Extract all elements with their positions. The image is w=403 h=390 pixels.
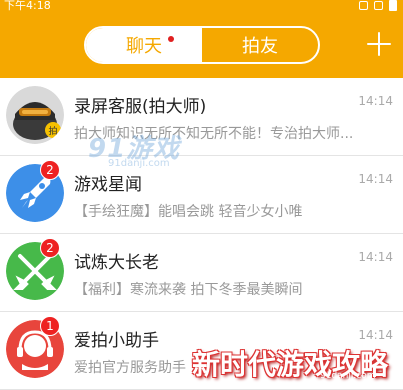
conversation-title: 爱拍小助手 [74, 331, 159, 351]
notification-icon [359, 1, 368, 10]
status-icons [359, 0, 397, 11]
conversation-preview: 【福利】寒流来袭 拍下冬季最美瞬间 [74, 282, 303, 298]
unread-badge: 2 [40, 160, 60, 180]
helmet-avatar-icon: 拍 [6, 86, 64, 144]
battery-icon [389, 0, 397, 11]
conversation-time: 14:14 [358, 94, 393, 108]
conversation-time: 14:14 [358, 328, 393, 342]
wifi-icon [374, 1, 383, 10]
tab-chat[interactable]: 聊天 [86, 28, 202, 62]
svg-text:拍: 拍 [48, 125, 57, 137]
conversation-row[interactable]: 2 游戏星闻 【手绘狂魔】能唱会跳 轻音少女小唯 14:14 [0, 156, 403, 234]
top-header: 聊天 拍友 [0, 14, 403, 78]
conversation-row[interactable]: 2 试炼大长老 【福利】寒流来袭 拍下冬季最美瞬间 14:14 [0, 234, 403, 312]
tab-friends-label: 拍友 [242, 36, 278, 57]
tab-switcher: 聊天 拍友 [84, 26, 320, 64]
conversation-title: 录屏客服(拍大师) [74, 97, 207, 117]
status-bar: 下午4:18 [0, 0, 403, 14]
unread-badge: 1 [40, 316, 60, 336]
conversation-time: 14:14 [358, 250, 393, 264]
tab-chat-label: 聊天 [126, 36, 162, 57]
conversation-title: 游戏星闻 [74, 175, 142, 195]
status-time: 下午4:18 [4, 0, 51, 12]
watermark-url: 91danji.com [108, 158, 170, 169]
conversation-preview: 【手绘狂魔】能唱会跳 轻音少女小唯 [74, 204, 303, 220]
conversation-row[interactable]: 拍 录屏客服(拍大师) 拍大师知识无所不知无所不能！专治拍大师... 14:14 [0, 78, 403, 156]
unread-dot [168, 36, 174, 42]
conversation-title: 试炼大长老 [74, 253, 159, 273]
unread-badge: 2 [40, 238, 60, 258]
conversation-time: 14:14 [358, 172, 393, 186]
plus-icon[interactable] [365, 30, 393, 58]
tab-friends[interactable]: 拍友 [202, 28, 318, 62]
watermark-banner-url: 91danji.com [320, 371, 376, 381]
